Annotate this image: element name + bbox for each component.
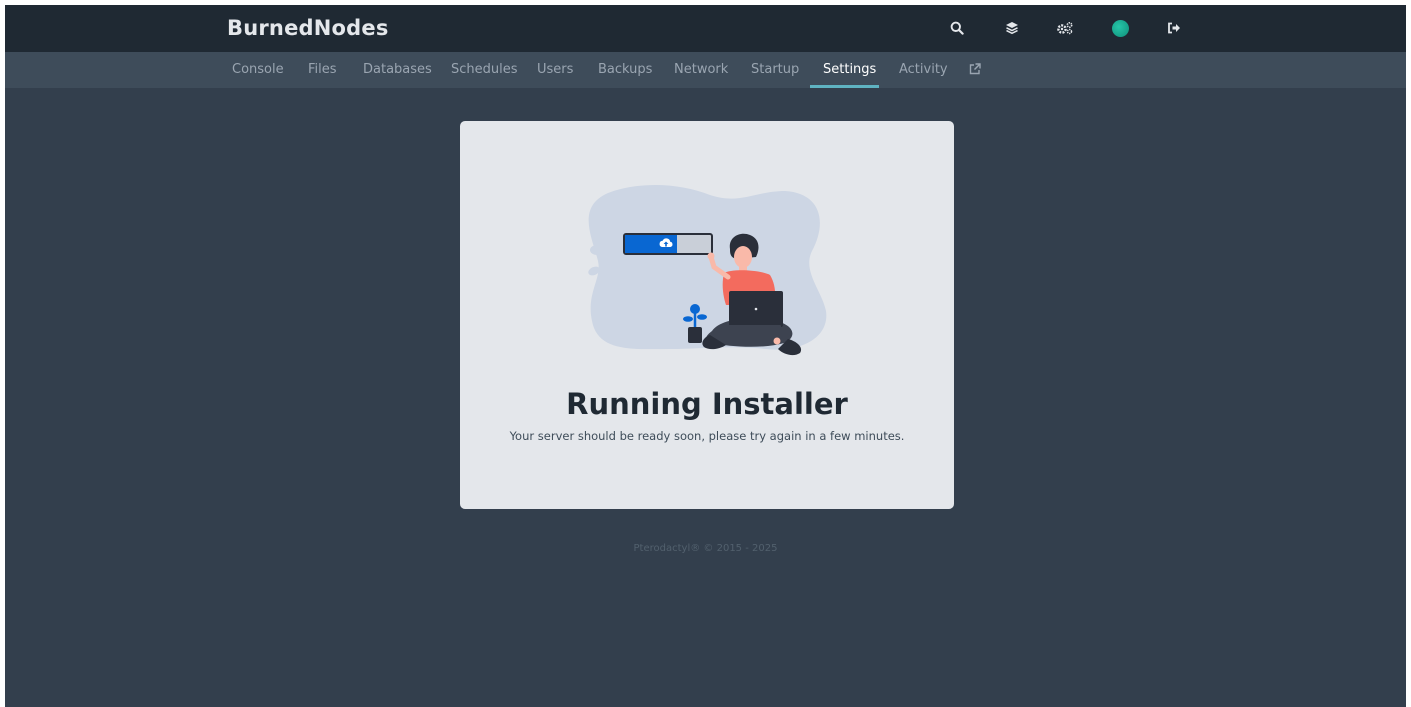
active-tab-indicator bbox=[810, 85, 879, 88]
tab-backups[interactable]: Backups bbox=[598, 52, 652, 88]
tab-startup[interactable]: Startup bbox=[751, 52, 799, 88]
search-icon[interactable] bbox=[946, 17, 968, 39]
card-title: Running Installer bbox=[566, 387, 848, 421]
top-navigation-bar: BurnedNodes bbox=[5, 5, 1406, 52]
tab-activity[interactable]: Activity bbox=[899, 52, 948, 88]
avatar bbox=[1111, 19, 1129, 37]
tab-settings[interactable]: Settings bbox=[823, 52, 876, 88]
server-sub-navigation: Console Files Databases Schedules Users … bbox=[5, 52, 1406, 88]
cogs-icon[interactable] bbox=[1054, 17, 1076, 39]
external-link-icon[interactable] bbox=[969, 63, 981, 77]
tab-users[interactable]: Users bbox=[537, 52, 573, 88]
brand-logo-text[interactable]: BurnedNodes bbox=[227, 16, 389, 40]
layers-icon[interactable] bbox=[1001, 17, 1023, 39]
tab-console[interactable]: Console bbox=[232, 52, 284, 88]
footer-copyright[interactable]: Pterodactyl® © 2015 - 2025 bbox=[5, 543, 1406, 554]
app-frame: BurnedNodes Console Files Databases Sche… bbox=[5, 5, 1406, 707]
tab-databases[interactable]: Databases bbox=[363, 52, 432, 88]
tab-schedules[interactable]: Schedules bbox=[451, 52, 518, 88]
tab-network[interactable]: Network bbox=[674, 52, 728, 88]
installer-illustration bbox=[588, 184, 827, 356]
server-status-card: Running Installer Your server should be … bbox=[460, 121, 954, 509]
user-avatar[interactable] bbox=[1109, 17, 1131, 39]
sign-out-icon[interactable] bbox=[1163, 17, 1185, 39]
tab-files[interactable]: Files bbox=[308, 52, 337, 88]
card-message: Your server should be ready soon, please… bbox=[509, 429, 905, 443]
